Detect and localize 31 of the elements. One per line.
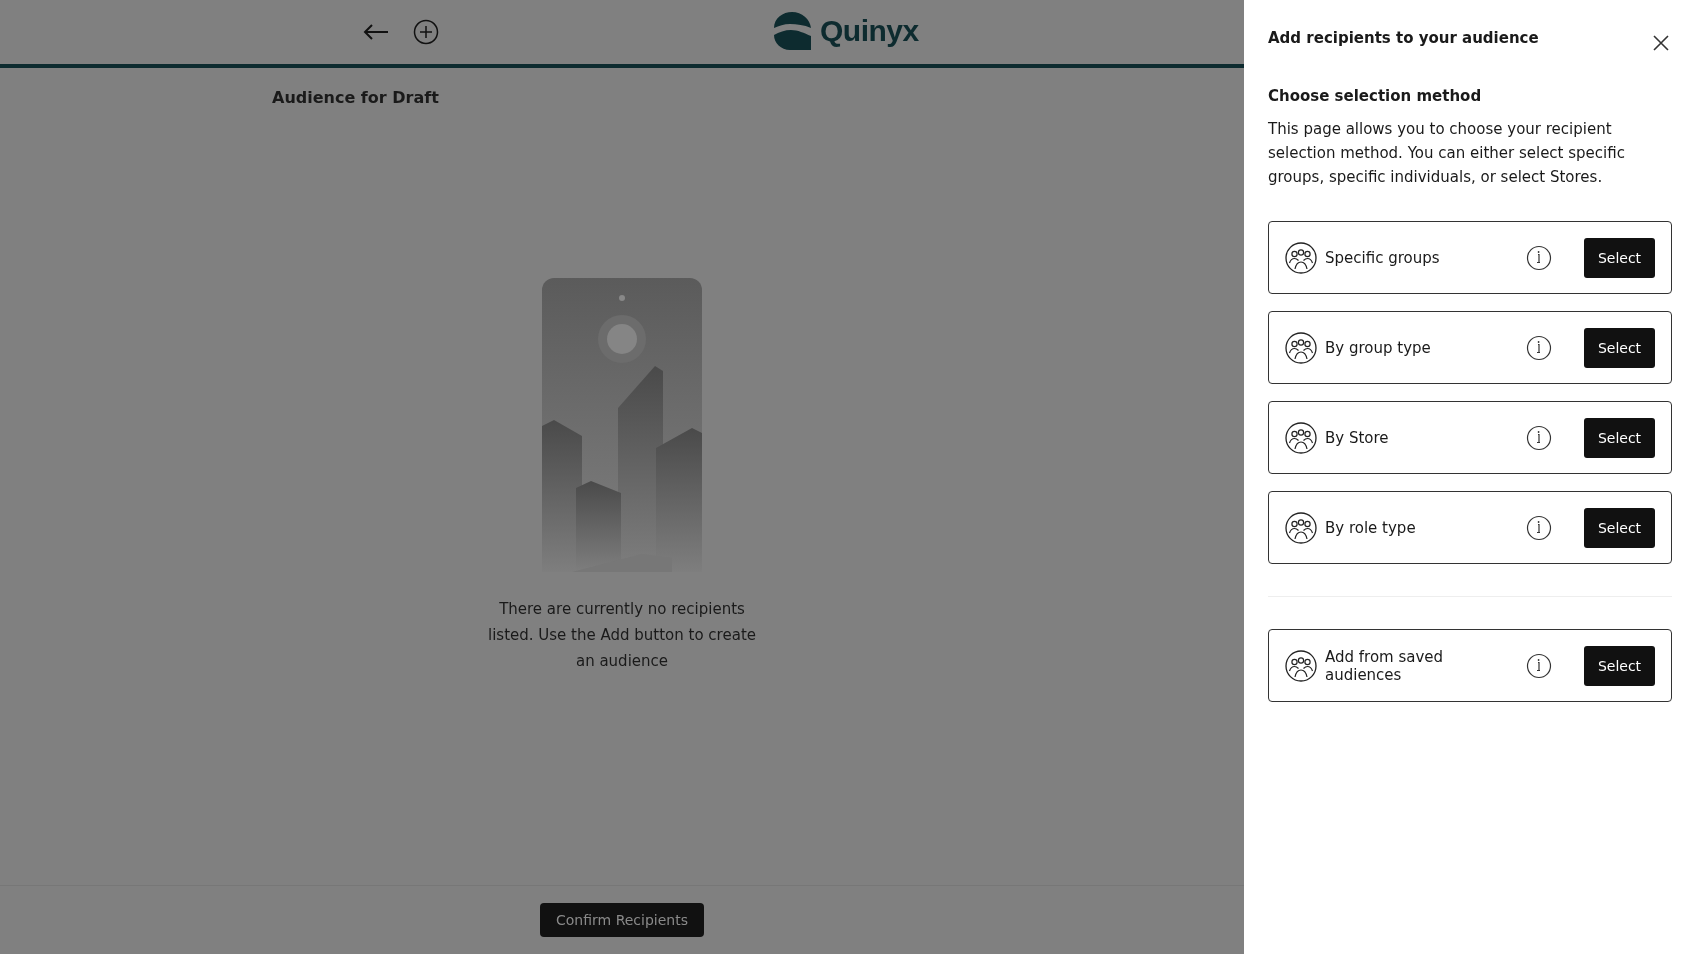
panel-title: Add recipients to your audience <box>1268 29 1539 47</box>
section-description: This page allows you to choose your recipient selection method. You can either select specific groups, specific individuals, or select Stores. <box>1268 119 1626 188</box>
logo-text: Quinyx <box>820 14 919 48</box>
people-group-icon <box>1285 241 1317 274</box>
add-icon[interactable] <box>413 19 439 45</box>
people-group-icon <box>1285 511 1317 544</box>
method-label: By role type <box>1325 518 1417 537</box>
info-icon[interactable] <box>1526 334 1552 361</box>
method-label: Add from saved audiences <box>1325 647 1445 684</box>
people-group-icon <box>1285 331 1317 364</box>
info-icon[interactable] <box>1526 244 1552 271</box>
method-label: By Store <box>1325 428 1390 447</box>
info-icon[interactable] <box>1526 424 1552 451</box>
section-title: Choose selection method <box>1268 87 1483 105</box>
select-button[interactable]: Select <box>1584 417 1655 458</box>
people-group-icon <box>1285 649 1317 682</box>
back-arrow-icon[interactable] <box>363 24 389 40</box>
method-label: By group type <box>1325 338 1432 357</box>
info-icon[interactable] <box>1526 514 1552 541</box>
select-button[interactable]: Select <box>1584 507 1655 548</box>
confirm-recipients-button[interactable]: Confirm Recipients <box>540 903 704 937</box>
empty-state-message: There are currently no recipients listed. Use the Add button to create an audience <box>487 599 757 672</box>
select-button[interactable]: Select <box>1584 645 1655 686</box>
logo-icon <box>772 11 812 51</box>
method-label: Specific groups <box>1325 248 1441 267</box>
info-icon[interactable] <box>1526 652 1552 679</box>
select-button[interactable]: Select <box>1584 237 1655 278</box>
select-button[interactable]: Select <box>1584 327 1655 368</box>
close-icon[interactable] <box>1653 35 1669 51</box>
page-title: Audience for Draft <box>272 88 440 107</box>
people-group-icon <box>1285 421 1317 454</box>
